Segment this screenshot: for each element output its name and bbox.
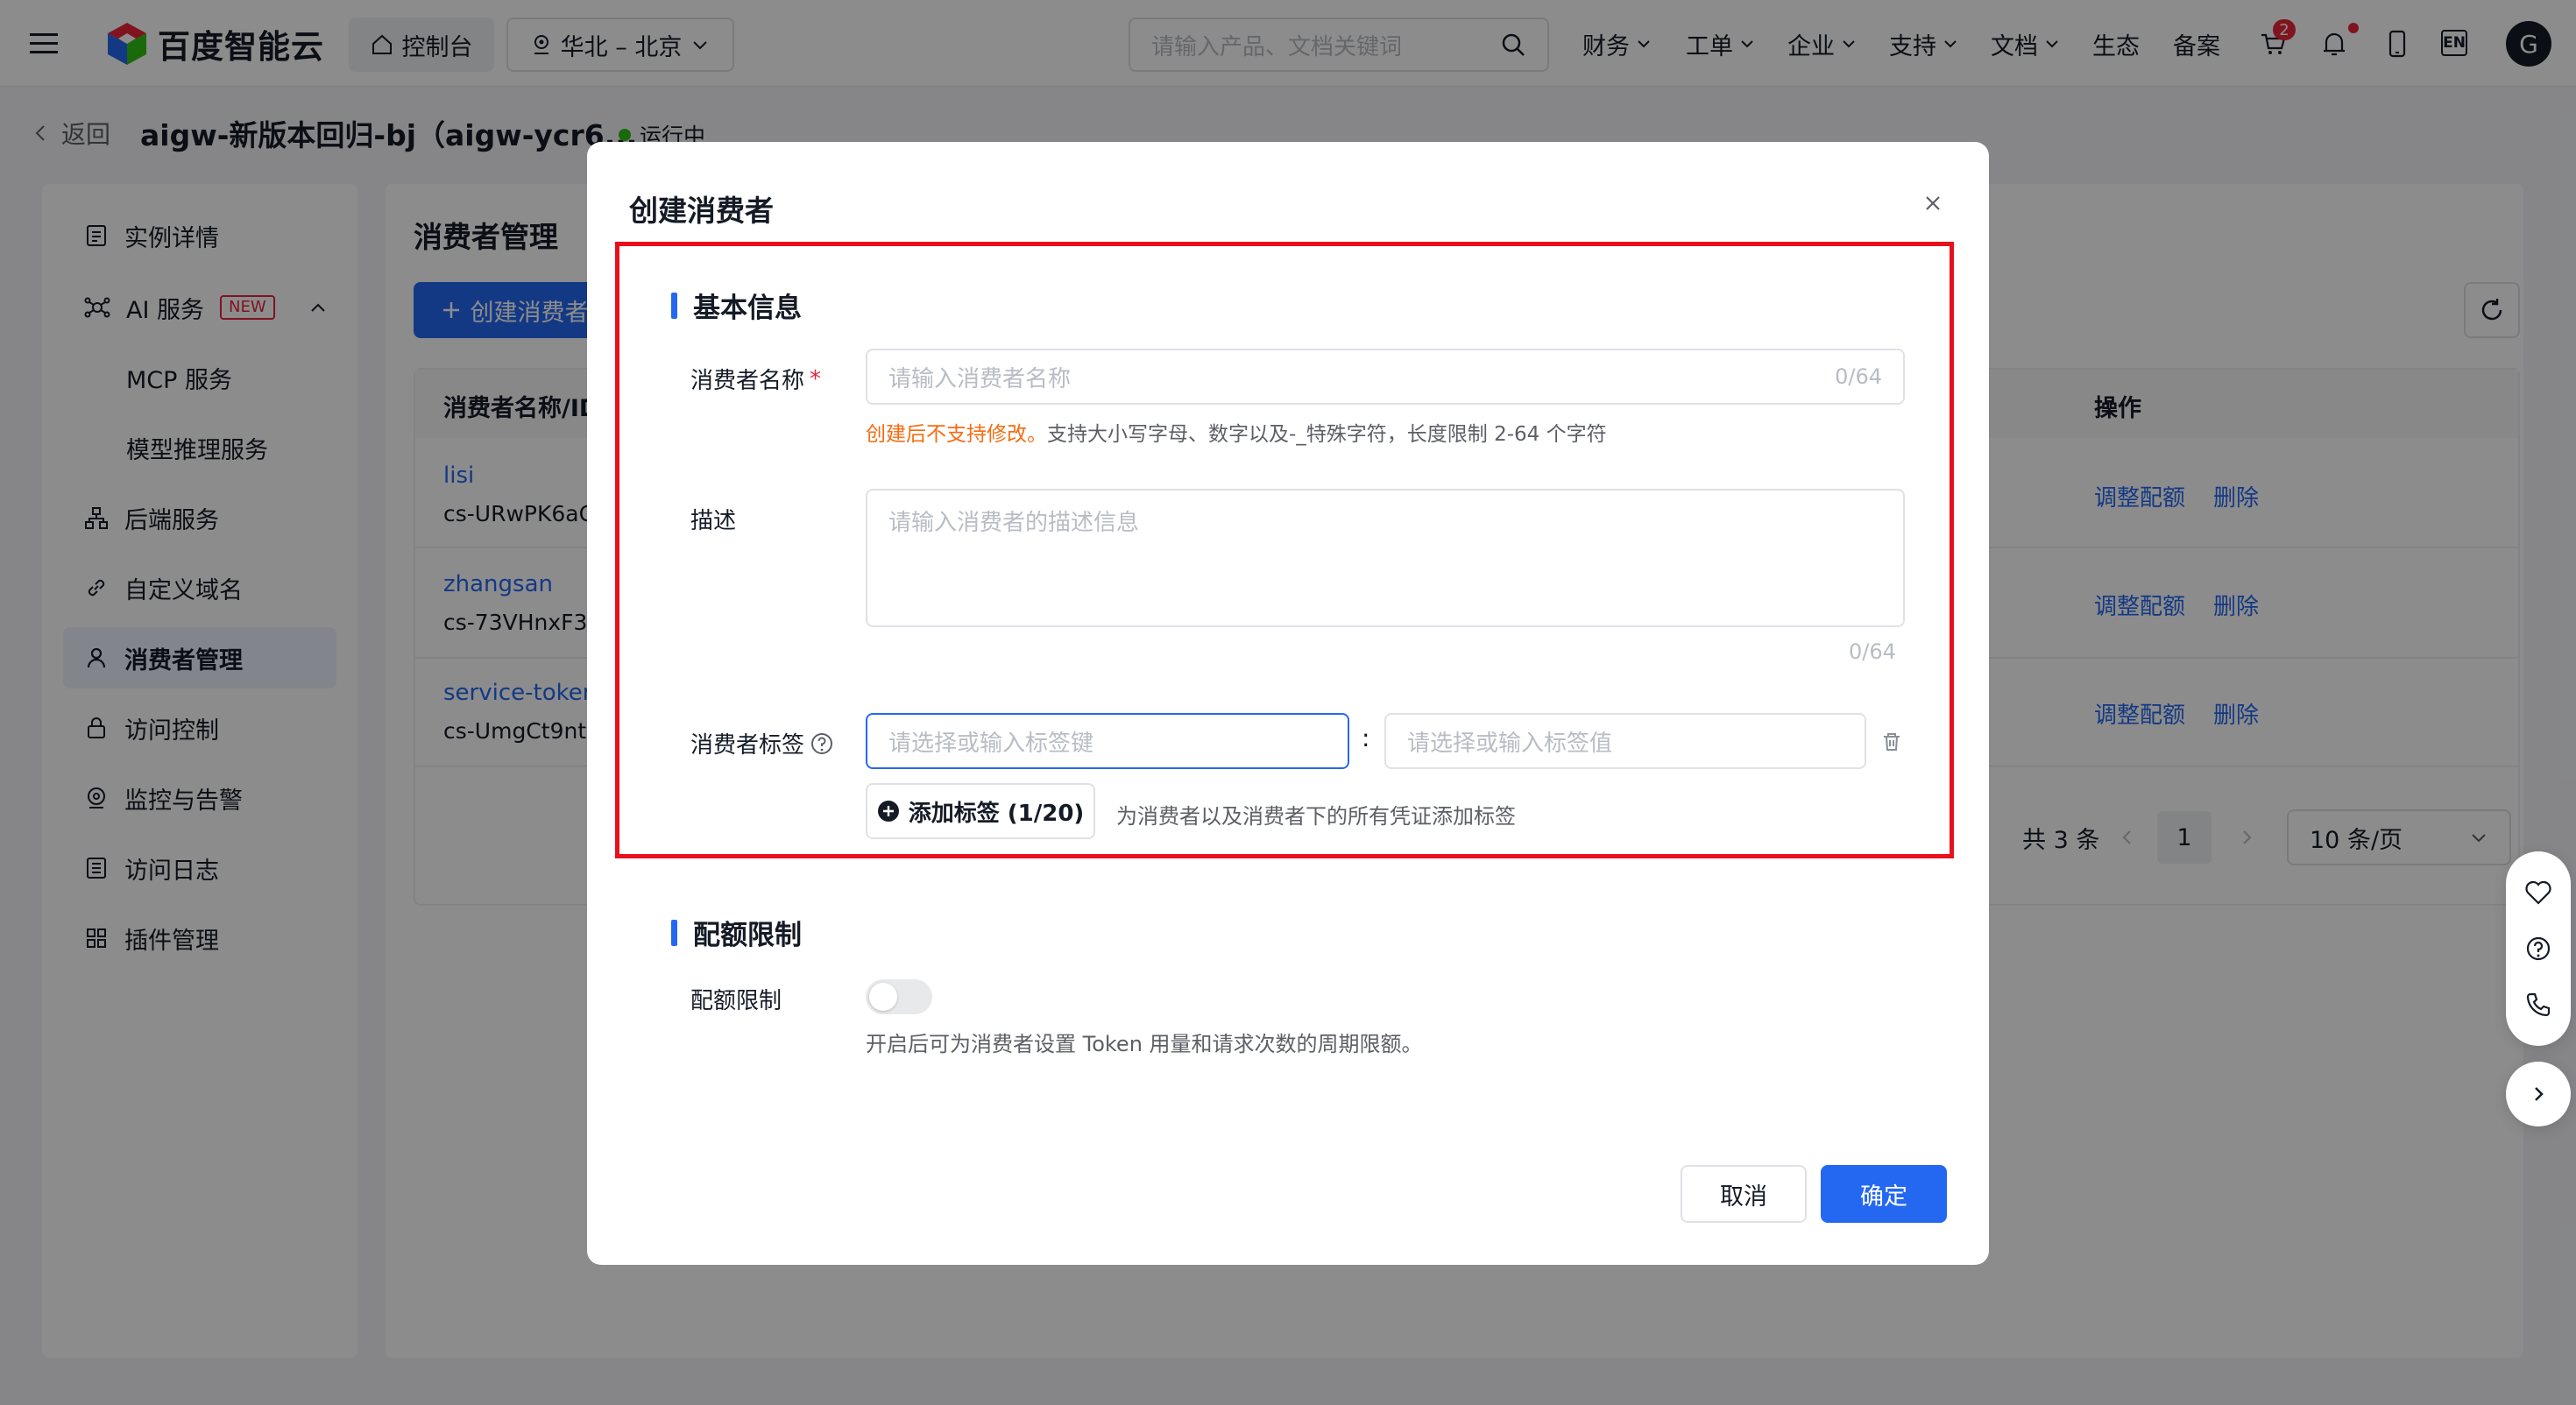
cancel-button[interactable]: 取消	[1681, 1165, 1807, 1223]
consumer-tag-label: 消费者标签	[690, 727, 834, 759]
quota-limit-label: 配额限制	[690, 983, 782, 1015]
question-icon[interactable]	[810, 731, 834, 756]
hint-warning: 创建后不支持修改。	[866, 423, 1047, 446]
add-tag-hint: 为消费者以及消费者下的所有凭证添加标签	[1116, 804, 1516, 829]
input-placeholder: 请选择或输入标签值	[1407, 730, 1613, 757]
section-accent-bar	[671, 292, 677, 319]
heart-icon[interactable]	[2522, 876, 2555, 909]
description-textarea[interactable]: 请输入消费者的描述信息	[866, 489, 1905, 627]
close-icon[interactable]	[1919, 189, 1947, 217]
label-text: 消费者标签	[690, 732, 805, 759]
confirm-button[interactable]: 确定	[1821, 1165, 1947, 1223]
help-icon[interactable]	[2522, 932, 2555, 965]
label-text: 描述	[690, 508, 737, 534]
description-label: 描述	[690, 503, 736, 535]
basic-info-section-title: 基本信息	[671, 286, 802, 325]
quota-section-title: 配额限制	[671, 913, 802, 952]
input-placeholder: 请选择或输入标签键	[888, 730, 1094, 757]
trash-icon[interactable]	[1880, 731, 1903, 753]
input-placeholder: 请输入消费者名称	[888, 365, 1072, 392]
dialog-title: 创建消费者	[629, 194, 774, 228]
add-tag-button[interactable]: 添加标签 (1/20)	[866, 783, 1095, 839]
section-title-text: 基本信息	[693, 293, 802, 324]
consumer-name-hint: 创建后不支持修改。支持大小写字母、数字以及-_特殊字符，长度限制 2-64 个字…	[866, 417, 1607, 447]
label-text: 消费者名称	[690, 368, 805, 394]
label-text: 配额限制	[690, 988, 782, 1014]
textarea-placeholder: 请输入消费者的描述信息	[888, 510, 1140, 536]
chevron-right-icon[interactable]	[2506, 1062, 2571, 1126]
toggle-knob	[869, 983, 897, 1011]
plus-circle-icon	[877, 800, 900, 823]
consumer-name-label: 消费者名称 *	[690, 363, 821, 395]
description-counter: 0/64	[1849, 639, 1896, 664]
required-mark: *	[810, 365, 822, 392]
section-accent-bar	[671, 919, 677, 946]
section-title-text: 配额限制	[693, 920, 802, 951]
add-tag-label: 添加标签 (1/20)	[908, 800, 1085, 827]
tag-value-input[interactable]: 请选择或输入标签值	[1384, 713, 1866, 769]
hint-text: 支持大小写字母、数字以及-_特殊字符，长度限制 2-64 个字符	[1047, 423, 1607, 446]
phone-icon[interactable]	[2522, 988, 2555, 1021]
tag-separator: :	[1362, 724, 1370, 752]
consumer-name-input[interactable]: 请输入消费者名称 0/64	[866, 349, 1905, 405]
quota-hint: 开启后可为消费者设置 Token 用量和请求次数的周期限额。	[866, 1032, 1423, 1056]
char-counter: 0/64	[1835, 364, 1882, 389]
tag-key-input[interactable]: 请选择或输入标签键	[866, 713, 1349, 769]
